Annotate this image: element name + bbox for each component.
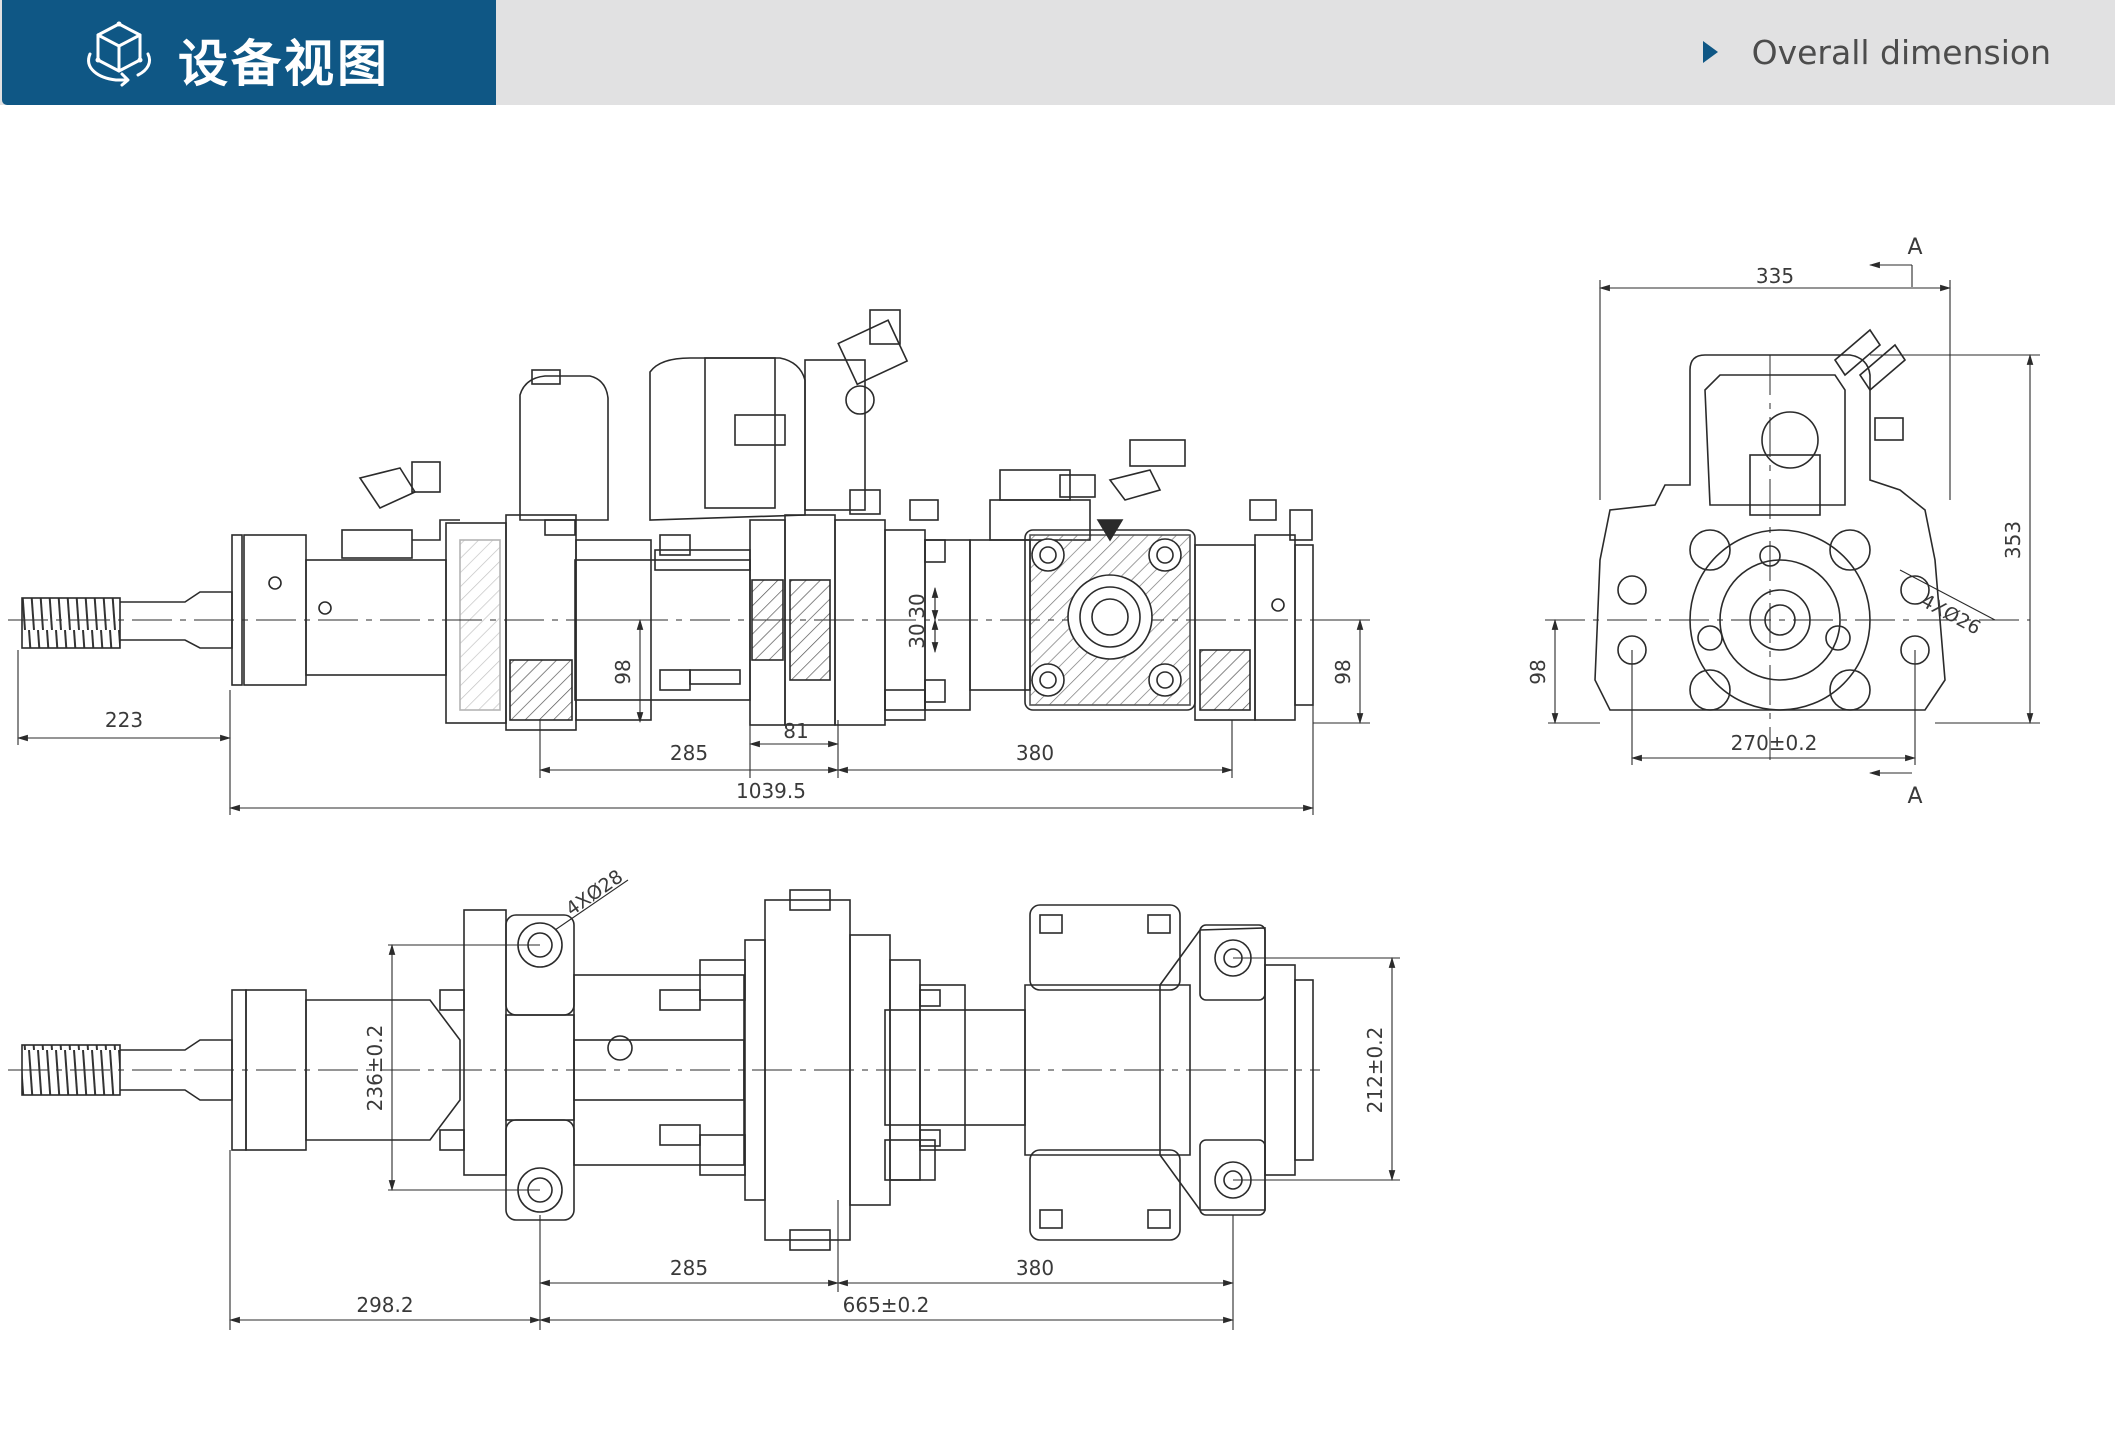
dim-380-top: 380 — [1016, 1256, 1054, 1280]
header-bar: 设备视图 Overall dimension — [0, 0, 2115, 105]
dim-81: 81 — [783, 719, 808, 743]
dim-353: 353 — [2001, 521, 2025, 559]
dim-223: 223 — [105, 708, 143, 732]
3d-cube-rotate-icon — [87, 21, 152, 87]
dim-285-top: 285 — [670, 1256, 708, 1280]
label-4x-d28: 4XØ28 — [562, 866, 627, 921]
side-view — [1545, 328, 2030, 760]
dim-270: 270±0.2 — [1731, 731, 1818, 755]
section-link-label: Overall dimension — [1751, 32, 2051, 72]
dim-98-side: 98 — [1526, 659, 1550, 684]
dim-298-2: 298.2 — [356, 1293, 413, 1317]
dim-212: 212±0.2 — [1363, 1027, 1387, 1114]
front-view — [8, 309, 1370, 731]
play-triangle-icon — [1702, 41, 1718, 63]
dim-335: 335 — [1756, 264, 1794, 288]
dim-285: 285 — [670, 741, 708, 765]
top-view-dimensions: 4XØ28 236±0.2 212±0.2 285 380 298.2 665±… — [228, 866, 1400, 1330]
dim-665: 665±0.2 — [843, 1293, 930, 1317]
top-view — [8, 889, 1320, 1251]
side-view-dimensions: 335 353 98 270±0.2 4XØ26 A A — [1526, 235, 2040, 809]
section-a-bottom: A — [1907, 784, 1922, 809]
section-a-top: A — [1907, 235, 1922, 260]
dim-380: 380 — [1016, 741, 1054, 765]
page-title: 设备视图 — [178, 35, 390, 93]
dim-98-left: 98 — [611, 659, 635, 684]
dim-98-right: 98 — [1331, 659, 1355, 684]
dim-30-lower: 30 — [905, 623, 929, 648]
title-block: 设备视图 — [2, 0, 496, 105]
overall-dimension-link[interactable]: Overall dimension — [1702, 30, 2051, 74]
dim-1039-5: 1039.5 — [736, 779, 806, 803]
technical-drawing: 223 285 81 380 1039.5 98 30 30 98 335 35… — [8, 235, 2040, 1330]
dim-236: 236±0.2 — [363, 1025, 387, 1112]
dim-30-upper: 30 — [905, 593, 929, 618]
